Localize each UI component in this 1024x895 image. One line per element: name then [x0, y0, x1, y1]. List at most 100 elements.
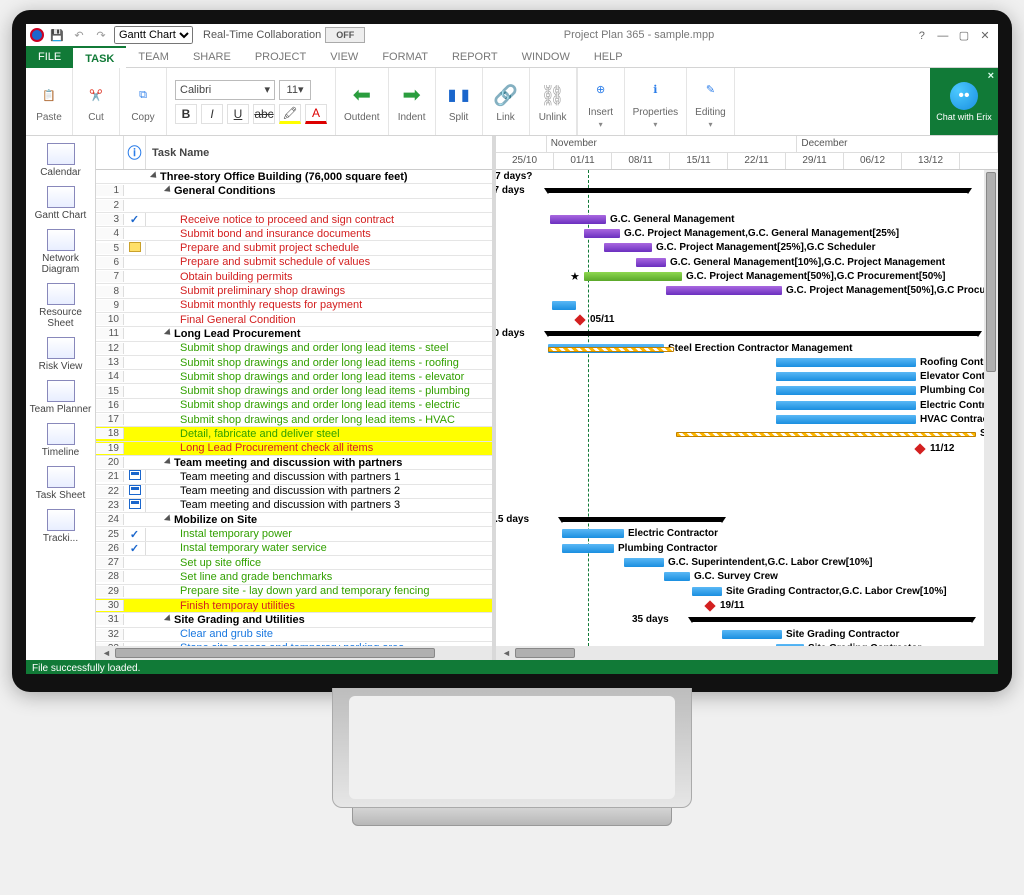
- collapse-icon[interactable]: [164, 185, 173, 194]
- id-column-header[interactable]: [96, 136, 124, 169]
- task-row[interactable]: 27Set up site office: [96, 556, 492, 570]
- tab-help[interactable]: HELP: [582, 46, 635, 68]
- minimize-icon[interactable]: —: [934, 30, 952, 42]
- tab-share[interactable]: SHARE: [181, 46, 243, 68]
- task-row[interactable]: 23Team meeting and discussion with partn…: [96, 499, 492, 513]
- redo-icon[interactable]: ↷: [92, 26, 110, 44]
- indicator-column-header[interactable]: ⓘ: [124, 136, 146, 169]
- editing-menu[interactable]: ✎ Editing ▾: [687, 68, 735, 135]
- collab-toggle[interactable]: Real-Time Collaboration OFF: [203, 27, 365, 43]
- gantt-bar[interactable]: [776, 401, 916, 410]
- task-row[interactable]: 26Instal temporary water service: [96, 542, 492, 556]
- gantt-bar[interactable]: [776, 644, 804, 646]
- underline-button[interactable]: U: [227, 104, 249, 124]
- tab-team[interactable]: TEAM: [126, 46, 181, 68]
- bold-button[interactable]: B: [175, 104, 197, 124]
- task-row[interactable]: 3Receive notice to proceed and sign cont…: [96, 213, 492, 227]
- collab-switch[interactable]: OFF: [325, 27, 365, 43]
- milestone-diamond[interactable]: [704, 600, 715, 611]
- task-row[interactable]: 32Clear and grub site: [96, 628, 492, 642]
- task-row[interactable]: 21Team meeting and discussion with partn…: [96, 470, 492, 484]
- viewbar-item[interactable]: Task Sheet: [26, 463, 95, 504]
- maximize-icon[interactable]: ▢: [955, 29, 973, 42]
- task-hscrollbar[interactable]: ◄: [96, 646, 492, 660]
- cut-button[interactable]: ✂️ Cut: [73, 68, 120, 135]
- task-row[interactable]: 2: [96, 199, 492, 213]
- task-row[interactable]: 10Final General Condition: [96, 313, 492, 327]
- tab-file[interactable]: FILE: [26, 46, 73, 68]
- gantt-bar[interactable]: [776, 372, 916, 381]
- task-row[interactable]: 18Detail, fabricate and deliver steel: [96, 427, 492, 441]
- gantt-bar[interactable]: [624, 558, 664, 567]
- unlink-button[interactable]: ⛓ Unlink: [530, 68, 577, 135]
- gantt-chart-area[interactable]: 147 days?17 daysG.C. General ManagementG…: [496, 170, 998, 646]
- italic-button[interactable]: I: [201, 104, 223, 124]
- outdent-button[interactable]: ⬅ Outdent: [336, 68, 389, 135]
- collapse-icon[interactable]: [164, 514, 173, 523]
- task-name-column-header[interactable]: Task Name: [146, 136, 492, 169]
- task-row[interactable]: Three-story Office Building (76,000 squa…: [96, 170, 492, 184]
- milestone-diamond[interactable]: [574, 314, 585, 325]
- viewbar-item[interactable]: Risk View: [26, 334, 95, 375]
- task-row[interactable]: 31Site Grading and Utilities: [96, 613, 492, 627]
- task-row[interactable]: 29Prepare site - lay down yard and tempo…: [96, 585, 492, 599]
- gantt-bar[interactable]: [692, 587, 722, 596]
- summary-bar[interactable]: [562, 517, 722, 522]
- gantt-bar[interactable]: [604, 243, 652, 252]
- task-row[interactable]: 12Submit shop drawings and order long le…: [96, 342, 492, 356]
- gantt-bar[interactable]: [636, 258, 666, 267]
- progress-bar[interactable]: [548, 347, 674, 352]
- chat-with-erix-button[interactable]: × •• Chat with Erix: [930, 68, 998, 135]
- viewbar-item[interactable]: Calendar: [26, 140, 95, 181]
- task-row[interactable]: 9Submit monthly requests for payment: [96, 299, 492, 313]
- font-color-button[interactable]: A: [305, 104, 327, 124]
- task-row[interactable]: 8Submit preliminary shop drawings: [96, 284, 492, 298]
- tab-window[interactable]: WINDOW: [510, 46, 582, 68]
- task-row[interactable]: 22Team meeting and discussion with partn…: [96, 485, 492, 499]
- task-row[interactable]: 11Long Lead Procurement: [96, 327, 492, 341]
- task-row[interactable]: 4Submit bond and insurance documents: [96, 227, 492, 241]
- task-row[interactable]: 7Obtain building permits: [96, 270, 492, 284]
- task-row[interactable]: 1General Conditions: [96, 184, 492, 198]
- task-row[interactable]: 20Team meeting and discussion with partn…: [96, 456, 492, 470]
- gantt-bar[interactable]: [664, 572, 690, 581]
- tab-report[interactable]: REPORT: [440, 46, 510, 68]
- viewbar-item[interactable]: Network Diagram: [26, 226, 95, 278]
- progress-bar[interactable]: [676, 432, 976, 437]
- gantt-bar[interactable]: [562, 544, 614, 553]
- task-row[interactable]: 6Prepare and submit schedule of values: [96, 256, 492, 270]
- task-row[interactable]: 16Submit shop drawings and order long le…: [96, 399, 492, 413]
- gantt-bar[interactable]: [776, 386, 916, 395]
- task-row[interactable]: 24Mobilize on Site: [96, 513, 492, 527]
- viewbar-item[interactable]: Team Planner: [26, 377, 95, 418]
- tab-view[interactable]: VIEW: [318, 46, 370, 68]
- gantt-bar[interactable]: [562, 529, 624, 538]
- task-row[interactable]: 15Submit shop drawings and order long le…: [96, 384, 492, 398]
- gantt-hscrollbar[interactable]: ◄: [496, 646, 998, 660]
- strike-button[interactable]: abc: [253, 104, 275, 124]
- highlight-button[interactable]: 🖍: [279, 104, 301, 124]
- gantt-vscrollbar[interactable]: [984, 170, 998, 646]
- summary-bar[interactable]: [692, 617, 972, 622]
- link-button[interactable]: 🔗 Link: [483, 68, 530, 135]
- gantt-bar[interactable]: [722, 630, 782, 639]
- gantt-bar[interactable]: [776, 358, 916, 367]
- collapse-icon[interactable]: [164, 328, 173, 337]
- tab-task[interactable]: TASK: [73, 46, 126, 68]
- viewbar-item[interactable]: Tracki...: [26, 506, 95, 547]
- properties-menu[interactable]: ℹ Properties ▾: [625, 68, 688, 135]
- task-row[interactable]: 17Submit shop drawings and order long le…: [96, 413, 492, 427]
- task-row[interactable]: 19Long Lead Procurement check all items: [96, 442, 492, 456]
- gantt-bar[interactable]: [584, 229, 620, 238]
- viewbar-item[interactable]: Gantt Chart: [26, 183, 95, 224]
- gantt-bar[interactable]: [584, 272, 682, 281]
- task-row[interactable]: 28Set line and grade benchmarks: [96, 570, 492, 584]
- task-row[interactable]: 13Submit shop drawings and order long le…: [96, 356, 492, 370]
- collapse-icon[interactable]: [164, 614, 173, 623]
- summary-bar[interactable]: [548, 188, 968, 193]
- gantt-bar[interactable]: [776, 415, 916, 424]
- viewbar-item[interactable]: Resource Sheet: [26, 280, 95, 332]
- summary-bar[interactable]: [548, 331, 978, 336]
- font-size-select[interactable]: 11 ▾: [279, 80, 311, 100]
- task-row[interactable]: 30Finish temporay utilities: [96, 599, 492, 613]
